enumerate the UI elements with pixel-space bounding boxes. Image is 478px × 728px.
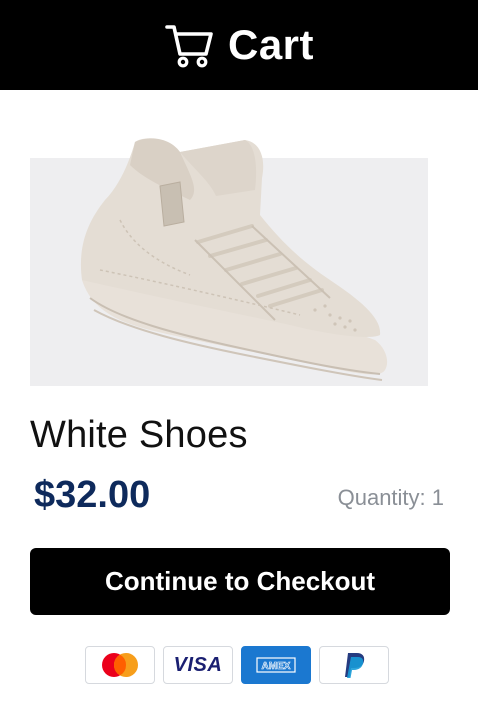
amex-label: AMEX [262,661,291,672]
continue-to-checkout-button[interactable]: Continue to Checkout [30,548,450,615]
paypal-icon [319,646,389,684]
product-price: $32.00 [34,474,151,516]
visa-label: VISA [173,653,223,676]
product-image [30,130,430,410]
cart-icon [165,25,213,68]
visa-icon: VISA [163,646,233,684]
payment-methods: VISA AMEX [85,646,389,684]
mastercard-icon [85,646,155,684]
page-title: Cart [227,21,315,68]
header-bar: Cart [0,0,478,90]
amex-icon: AMEX [241,646,311,684]
product-name: White Shoes [30,414,248,456]
quantity-label: Quantity: 1 [337,485,444,510]
shoe-image [80,138,388,381]
